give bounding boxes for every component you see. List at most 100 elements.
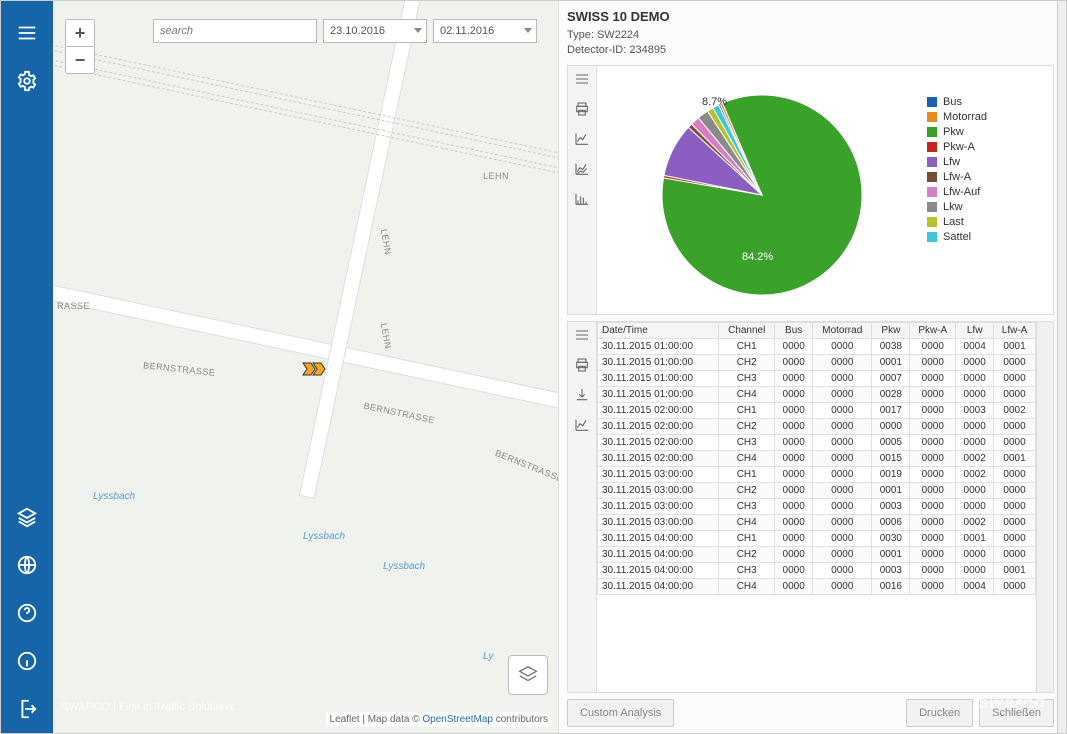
table-export-icon[interactable] [573,386,591,404]
legend-item[interactable]: Lfw [927,156,1047,168]
table-cell: 0000 [910,578,956,594]
table-cell: 0000 [910,402,956,418]
table-scrollbar[interactable] [1036,322,1053,692]
table-print-icon[interactable] [573,356,591,374]
table-cell: 0001 [994,338,1036,354]
legend-item[interactable]: Last [927,216,1047,228]
search-input[interactable] [153,19,317,43]
chart-multiline-icon[interactable] [573,160,591,178]
table-cell: 0000 [994,466,1036,482]
table-row[interactable]: 30.11.2015 04:00:00CH3000000000003000000… [598,562,1036,578]
chart-legend: Bus Motorrad Pkw Pkw-A Lfw Lfw-A Lfw-Auf Lkw Las… [927,66,1053,314]
legend-item[interactable]: Pkw [927,126,1047,138]
detector-marker[interactable] [301,359,329,379]
print-button[interactable]: Drucken [906,699,973,727]
table-row[interactable]: 30.11.2015 03:00:00CH1000000000019000000… [598,466,1036,482]
globe-icon[interactable] [13,551,41,579]
detector-title: SWISS 10 DEMO [567,9,1054,24]
help-icon[interactable] [13,599,41,627]
table-row[interactable]: 30.11.2015 01:00:00CH4000000000028000000… [598,386,1036,402]
table-cell: 30.11.2015 03:00:00 [598,466,719,482]
table-cell: 0000 [956,562,994,578]
legend-item[interactable]: Lfw-Auf [927,186,1047,198]
table-cell: 0000 [910,370,956,386]
table-row[interactable]: 30.11.2015 03:00:00CH3000000000003000000… [598,498,1036,514]
table-cell: CH3 [719,370,775,386]
table-row[interactable]: 30.11.2015 02:00:00CH2000000000000000000… [598,418,1036,434]
logout-icon[interactable] [13,695,41,723]
table-chart-icon[interactable] [573,416,591,434]
col-header[interactable]: Date/Time [598,322,719,338]
table-cell: 0000 [910,514,956,530]
col-header[interactable]: Motorrad [813,322,872,338]
col-header[interactable]: Bus [775,322,813,338]
table-row[interactable]: 30.11.2015 03:00:00CH2000000000001000000… [598,482,1036,498]
table-cell: 30.11.2015 02:00:00 [598,402,719,418]
map-pane[interactable]: LEHN LEHN LEHN BERNSTRASSE BERNSTRASSE B… [53,1,558,733]
info-icon[interactable] [13,647,41,675]
legend-swatch [927,97,937,107]
table-cell: 0000 [775,482,813,498]
chart-bar-icon[interactable] [573,190,591,208]
layers-icon[interactable] [13,503,41,531]
data-table-scroll[interactable]: Date/TimeChannelBusMotorradPkwPkw-ALfwLf… [597,322,1036,692]
table-cell: 0000 [910,450,956,466]
attrib-prefix: Leaflet | Map data © [330,714,423,725]
legend-item[interactable]: Pkw-A [927,141,1047,153]
legend-item[interactable]: Lkw [927,201,1047,213]
legend-item[interactable]: Lfw-A [927,171,1047,183]
table-cell: 0000 [994,370,1036,386]
legend-label: Lfw-Auf [943,186,980,198]
table-cell: 0001 [956,530,994,546]
window-scrollbar[interactable] [1057,1,1066,733]
table-cell: 30.11.2015 03:00:00 [598,482,719,498]
menu-icon[interactable] [13,19,41,47]
settings-icon[interactable] [13,67,41,95]
table-cell: 0000 [994,514,1036,530]
table-row[interactable]: 30.11.2015 01:00:00CH2000000000001000000… [598,354,1036,370]
table-cell: 0000 [910,386,956,402]
table-cell: 0000 [910,482,956,498]
col-header[interactable]: Pkw-A [910,322,956,338]
col-header[interactable]: Pkw [872,322,910,338]
col-header[interactable]: Channel [719,322,775,338]
date-from-picker[interactable]: 23.10.2016 [323,19,427,43]
legend-item[interactable]: Motorrad [927,111,1047,123]
table-cell: CH4 [719,450,775,466]
table-cell: 0000 [956,434,994,450]
col-header[interactable]: Lfw [956,322,994,338]
water-label: Lyssbach [93,491,135,502]
chart-menu-icon[interactable] [573,70,591,88]
legend-item[interactable]: Bus [927,96,1047,108]
table-row[interactable]: 30.11.2015 04:00:00CH2000000000001000000… [598,546,1036,562]
table-cell: 0002 [956,514,994,530]
table-row[interactable]: 30.11.2015 02:00:00CH1000000000017000000… [598,402,1036,418]
table-row[interactable]: 30.11.2015 04:00:00CH4000000000016000000… [598,578,1036,594]
custom-analysis-button[interactable]: Custom Analysis [567,699,674,727]
table-cell: 0000 [956,386,994,402]
zoom-out-button[interactable]: − [66,47,94,73]
table-row[interactable]: 30.11.2015 02:00:00CH3000000000005000000… [598,434,1036,450]
road-label: LEHN [379,322,393,349]
table-cell: 0000 [956,546,994,562]
table-row[interactable]: 30.11.2015 04:00:00CH1000000000030000000… [598,530,1036,546]
zoom-in-button[interactable]: + [66,20,94,47]
table-row[interactable]: 30.11.2015 02:00:00CH4000000000015000000… [598,450,1036,466]
date-to-picker[interactable]: 02.11.2016 [433,19,537,43]
col-header[interactable]: Lfw-A [994,322,1036,338]
legend-item[interactable]: Sattel [927,231,1047,243]
table-cell: 30.11.2015 01:00:00 [598,386,719,402]
table-block: Date/TimeChannelBusMotorradPkwPkw-ALfwLf… [567,321,1054,693]
chart-line-icon[interactable] [573,130,591,148]
table-cell: CH1 [719,402,775,418]
table-cell: CH2 [719,546,775,562]
chart-print-icon[interactable] [573,100,591,118]
table-row[interactable]: 30.11.2015 01:00:00CH1000000000038000000… [598,338,1036,354]
table-row[interactable]: 30.11.2015 03:00:00CH4000000000006000000… [598,514,1036,530]
table-cell: 0000 [994,418,1036,434]
osm-link[interactable]: OpenStreetMap [422,714,493,725]
map-layers-button[interactable] [508,655,548,695]
table-menu-icon[interactable] [573,326,591,344]
table-cell: 0000 [994,434,1036,450]
table-row[interactable]: 30.11.2015 01:00:00CH3000000000007000000… [598,370,1036,386]
